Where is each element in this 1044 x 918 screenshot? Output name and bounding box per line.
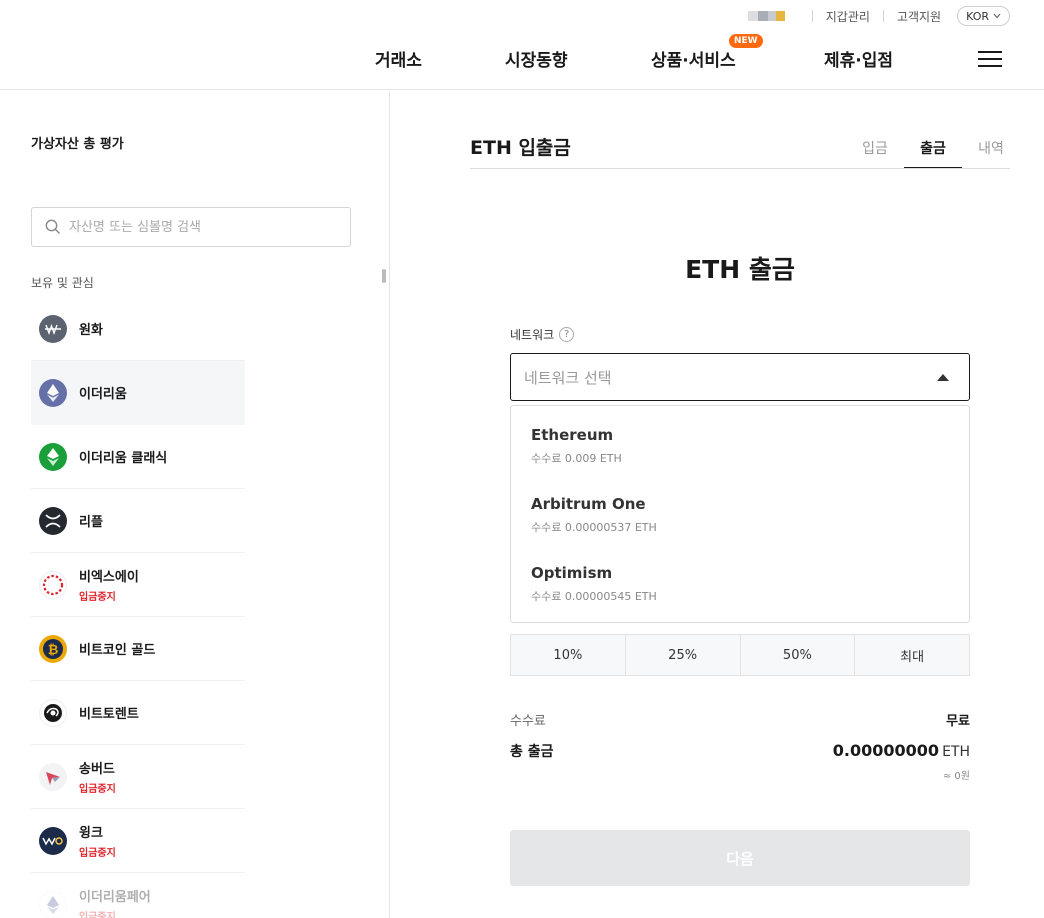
nav-item-exchange[interactable]: 거래소 [375, 46, 422, 71]
asset-name: 이더리움 [79, 387, 127, 402]
network-label-text: 네트워크 [510, 328, 555, 342]
network-option-fee: 수수료 0.00000545 ETH [531, 590, 657, 603]
asset-name: 송버드 [79, 762, 115, 777]
caret-up-icon [937, 373, 949, 381]
asset-name: 리플 [79, 515, 103, 530]
bittorrent-coin-icon [39, 698, 67, 727]
network-select-placeholder: 네트워크 선택 [524, 368, 612, 387]
asset-list: 원화 이더리움 이더리움 클래식 리플 비엑스에이 입금중지 ₿ 비트코인 골드… [31, 297, 245, 918]
nav-item-market-trends[interactable]: 시장동향 [505, 46, 568, 71]
ethereum-classic-coin-icon [39, 442, 67, 471]
scrollbar[interactable] [382, 269, 386, 283]
asset-item-songbird[interactable]: 송버드 입금중지 [31, 745, 245, 809]
nav-item-partnership[interactable]: 제휴·입점 [824, 46, 893, 71]
nav-item-label: 상품·서비스 [651, 51, 736, 71]
main-nav: 거래소 시장동향 상품·서비스 NEW 제휴·입점 [0, 34, 1044, 74]
asset-item-krw[interactable]: 원화 [31, 297, 245, 361]
fee-row: 수수료 무료 [510, 710, 970, 729]
deposit-suspended-badge: 입금중지 [79, 784, 116, 795]
support-link[interactable]: 고객지원 [897, 8, 941, 25]
tab-history[interactable]: 내역 [962, 138, 1020, 169]
network-option-name: Ethereum [531, 426, 614, 444]
divider [811, 10, 813, 22]
asset-name: 원화 [79, 323, 103, 338]
asset-item-bittorrent[interactable]: 비트토렌트 [31, 681, 245, 745]
network-option-ethereum[interactable]: Ethereum 수수료 0.009 ETH [531, 426, 622, 466]
search-icon [45, 219, 60, 234]
ethereum-fair-coin-icon [39, 890, 67, 918]
divider [470, 168, 1010, 169]
network-option-name: Arbitrum One [531, 495, 646, 513]
ethereum-coin-icon [39, 378, 67, 407]
network-option-fee: 수수료 0.00000537 ETH [531, 521, 657, 534]
asset-name: 이더리움 클래식 [79, 451, 168, 466]
asset-item-bitcoin-gold[interactable]: ₿ 비트코인 골드 [31, 617, 245, 681]
fee-value: 무료 [946, 714, 970, 729]
total-valuation-title: 가상자산 총 평가 [31, 137, 124, 152]
songbird-coin-icon [39, 762, 67, 791]
utility-bar: 지갑관리 고객지원 KOR [747, 6, 1010, 26]
holdings-section-label: 보유 및 관심 [31, 276, 94, 290]
chevron-down-icon [993, 13, 1001, 19]
network-option-fee: 수수료 0.009 ETH [531, 452, 622, 465]
total-withdraw-amount: 0.00000000 [832, 741, 940, 760]
asset-item-ethereum-classic[interactable]: 이더리움 클래식 [31, 425, 245, 489]
network-label: 네트워크 ? [510, 326, 575, 343]
nav-item-products-services[interactable]: 상품·서비스 NEW [651, 34, 763, 71]
network-select[interactable]: 네트워크 선택 [510, 353, 970, 401]
amount-percent-buttons: 10% 25% 50% 최대 [510, 634, 970, 676]
withdraw-form-title: ETH 출금 [685, 255, 795, 284]
krw-coin-icon [39, 314, 67, 343]
deposit-suspended-badge: 입금중지 [79, 848, 116, 859]
network-option-optimism[interactable]: Optimism 수수료 0.00000545 ETH [531, 564, 657, 604]
asset-name: 윙크 [79, 826, 103, 841]
wallet-link[interactable]: 지갑관리 [826, 8, 870, 25]
percent-50-button[interactable]: 50% [741, 635, 856, 675]
asset-name: 비엑스에이 [79, 570, 139, 585]
asset-search-box [31, 207, 351, 247]
next-button[interactable]: 다음 [510, 830, 970, 886]
language-label: KOR [966, 9, 989, 23]
svg-text:₿: ₿ [48, 643, 59, 658]
page-title: ETH 입출금 [470, 137, 571, 159]
asset-item-ethereum-fair[interactable]: 이더리움페어 입금중지 [31, 873, 245, 918]
asset-name: 이더리움페어 [79, 890, 151, 905]
menu-icon[interactable] [978, 51, 1002, 67]
asset-item-xrp[interactable]: 리플 [31, 489, 245, 553]
bxa-coin-icon [39, 570, 67, 599]
asset-sidebar: 가상자산 총 평가 보유 및 관심 원화 이더리움 이더리움 클래식 [0, 91, 390, 918]
network-option-name: Optimism [531, 564, 613, 582]
tab-deposit[interactable]: 입금 [846, 138, 904, 169]
user-avatar[interactable] [747, 11, 785, 21]
tab-withdraw[interactable]: 출금 [904, 138, 962, 169]
asset-search-input[interactable] [69, 219, 339, 235]
total-withdraw-label: 총 출금 [510, 744, 554, 760]
total-krw-estimate: ≈ 0원 [942, 771, 970, 782]
percent-10-button[interactable]: 10% [511, 635, 626, 675]
total-withdraw-value: 0.00000000 ETH [833, 741, 970, 761]
asset-item-bxa[interactable]: 비엑스에이 입금중지 [31, 553, 245, 617]
total-withdraw-row: 총 출금 0.00000000 ETH [510, 741, 970, 761]
divider [882, 10, 884, 22]
total-withdraw-unit: ETH [942, 744, 970, 760]
xrp-coin-icon [39, 506, 67, 535]
asset-item-wink[interactable]: 윙크 입금중지 [31, 809, 245, 873]
asset-item-ethereum[interactable]: 이더리움 [31, 361, 245, 425]
deposit-suspended-badge: 입금중지 [79, 592, 116, 603]
wink-coin-icon [39, 826, 67, 855]
top-header: 지갑관리 고객지원 KOR 거래소 시장동향 상품·서비스 NEW 제휴·입점 [0, 0, 1044, 90]
fee-label: 수수료 [510, 714, 546, 729]
network-dropdown: Ethereum 수수료 0.009 ETH Arbitrum One 수수료 … [510, 405, 970, 623]
bitcoin-gold-coin-icon: ₿ [39, 634, 67, 663]
help-icon[interactable]: ? [559, 327, 575, 342]
asset-name: 비트토렌트 [79, 707, 139, 722]
network-option-arbitrum-one[interactable]: Arbitrum One 수수료 0.00000537 ETH [531, 495, 657, 535]
language-selector[interactable]: KOR [957, 6, 1010, 26]
percent-25-button[interactable]: 25% [626, 635, 741, 675]
deposit-suspended-badge: 입금중지 [79, 912, 116, 918]
deposit-withdraw-tabs: 입금 출금 내역 [846, 138, 1020, 169]
new-badge: NEW [729, 34, 763, 48]
max-button[interactable]: 최대 [855, 635, 969, 675]
asset-name: 비트코인 골드 [79, 643, 156, 658]
